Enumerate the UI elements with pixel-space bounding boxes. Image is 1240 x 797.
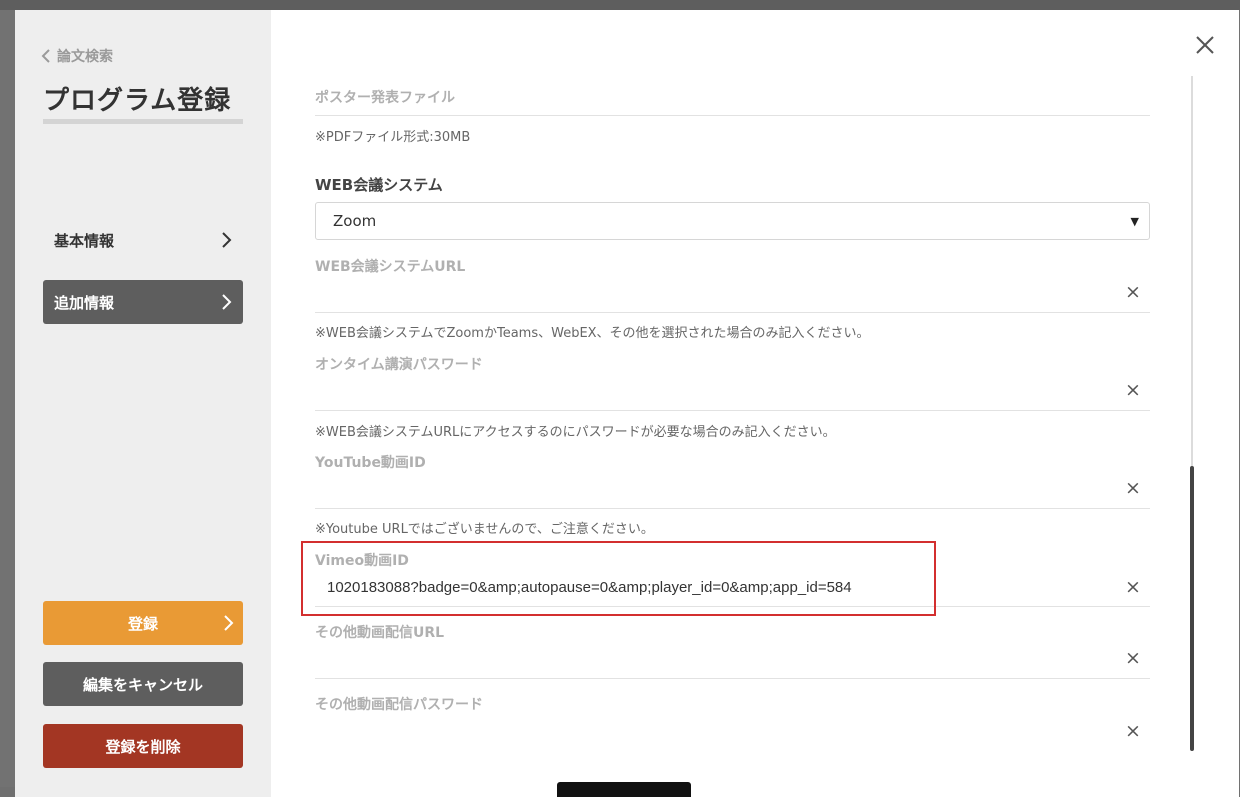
poster-file-note: ※PDFファイル形式:30MB bbox=[315, 130, 471, 145]
dropdown-arrow-icon: ▼ bbox=[1130, 214, 1139, 228]
register-button[interactable]: 登録 bbox=[43, 601, 243, 645]
clear-icon[interactable]: × bbox=[1123, 647, 1143, 669]
sidebar-item-basic-info[interactable]: 基本情報 bbox=[43, 218, 243, 262]
scrollbar-thumb[interactable] bbox=[1190, 466, 1194, 751]
clear-icon[interactable]: × bbox=[1123, 477, 1143, 499]
clear-icon[interactable]: × bbox=[1123, 379, 1143, 401]
chevron-right-icon bbox=[224, 615, 234, 631]
chevron-right-icon bbox=[222, 232, 232, 248]
ontime-password-label: オンタイム講演パスワード bbox=[315, 357, 483, 373]
backdrop-bottom-tab bbox=[557, 782, 691, 797]
web-system-label: WEB会議システム bbox=[315, 176, 443, 194]
cancel-edit-button[interactable]: 編集をキャンセル bbox=[43, 662, 243, 706]
close-icon[interactable] bbox=[1192, 32, 1218, 58]
ontime-password-divider bbox=[315, 410, 1150, 411]
sidebar-item-additional-info[interactable]: 追加情報 bbox=[43, 280, 243, 324]
form-content: ポスター発表ファイル ※PDFファイル形式:30MB WEB会議システム Zoo… bbox=[315, 10, 1150, 797]
page-title: プログラム登録 bbox=[43, 86, 232, 116]
cancel-edit-button-label: 編集をキャンセル bbox=[82, 675, 203, 694]
sidebar-item-label: 追加情報 bbox=[54, 293, 115, 312]
vimeo-id-input[interactable]: 1020183088?badge=0&amp;autopause=0&amp;p… bbox=[327, 579, 852, 596]
sidebar: 論文検索 プログラム登録 基本情報 追加情報 登録 編集をキャンセル 登録を削除 bbox=[15, 10, 271, 797]
clear-icon[interactable]: × bbox=[1123, 576, 1143, 598]
sidebar-item-label: 基本情報 bbox=[54, 231, 115, 250]
backdrop-top-strip bbox=[0, 0, 1240, 10]
chevron-left-icon bbox=[41, 49, 50, 63]
delete-registration-button[interactable]: 登録を削除 bbox=[43, 724, 243, 768]
clear-icon[interactable]: × bbox=[1123, 720, 1143, 742]
web-url-divider bbox=[315, 312, 1150, 313]
back-link[interactable]: 論文検索 bbox=[41, 46, 113, 66]
delete-registration-button-label: 登録を削除 bbox=[105, 737, 181, 756]
program-registration-modal: 論文検索 プログラム登録 基本情報 追加情報 登録 編集をキャンセル 登録を削除… bbox=[15, 10, 1239, 797]
poster-file-label: ポスター発表ファイル bbox=[315, 90, 455, 106]
web-system-select[interactable]: Zoom ▼ bbox=[315, 202, 1150, 240]
youtube-id-divider bbox=[315, 508, 1150, 509]
back-link-label: 論文検索 bbox=[57, 49, 113, 65]
other-video-password-label: その他動画配信パスワード bbox=[315, 697, 483, 713]
youtube-id-label: YouTube動画ID bbox=[315, 455, 426, 471]
ontime-password-note: ※WEB会議システムURLにアクセスするのにパスワードが必要な場合のみ記入くださ… bbox=[315, 425, 836, 440]
title-underline bbox=[43, 119, 243, 124]
web-url-note: ※WEB会議システムでZoomかTeams、WebEX、その他を選択された場合の… bbox=[315, 326, 870, 341]
poster-file-divider bbox=[315, 115, 1150, 116]
other-video-url-label: その他動画配信URL bbox=[315, 625, 445, 641]
register-button-label: 登録 bbox=[127, 614, 158, 633]
chevron-right-icon bbox=[222, 294, 232, 310]
other-video-url-divider bbox=[315, 678, 1150, 679]
clear-icon[interactable]: × bbox=[1123, 281, 1143, 303]
vimeo-id-label: Vimeo動画ID bbox=[315, 553, 409, 569]
youtube-id-note: ※Youtube URLではございませんので、ご注意ください。 bbox=[315, 522, 654, 537]
web-url-label: WEB会議システムURL bbox=[315, 259, 466, 275]
vimeo-id-divider bbox=[315, 606, 1150, 607]
web-system-selected-value: Zoom bbox=[333, 212, 377, 230]
